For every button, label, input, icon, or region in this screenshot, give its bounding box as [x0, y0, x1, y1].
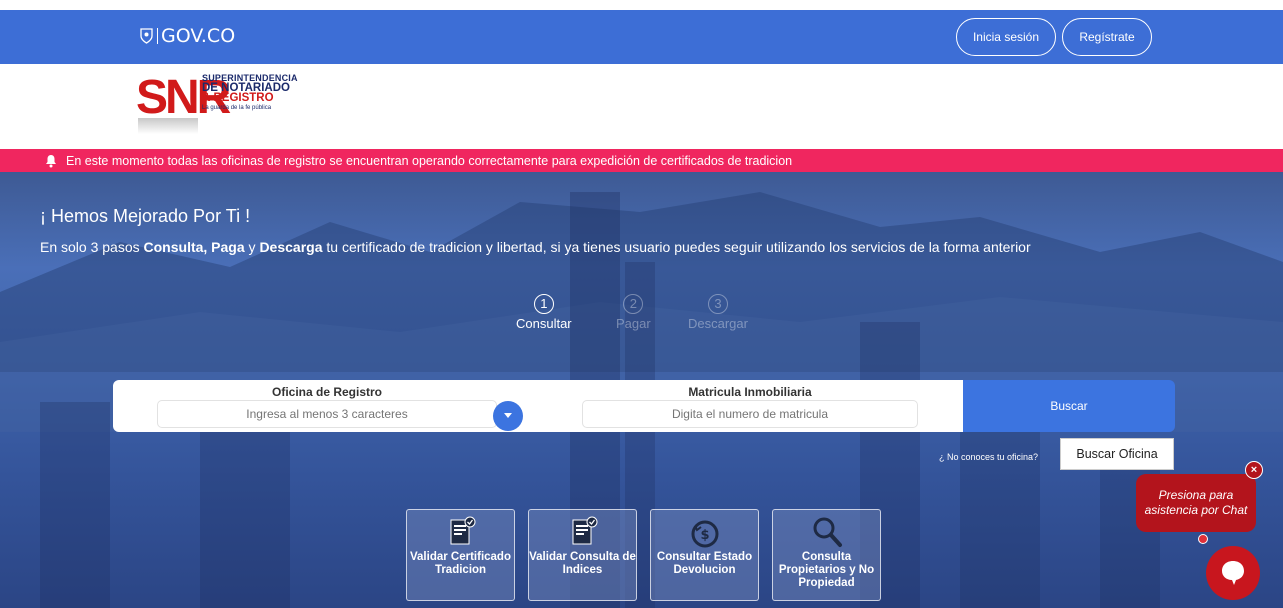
step-number: 3 [707, 294, 728, 314]
office-dropdown-button[interactable] [493, 401, 523, 431]
steps-indicator: 1 Consultar 2 Pagar 3 Descargar [510, 294, 770, 344]
chat-launcher-button[interactable] [1206, 546, 1260, 600]
tile-label: Consulta Propietarios y No Propiedad [778, 551, 875, 589]
lead-mid: y [244, 239, 260, 255]
office-label: Oficina de Registro [271, 385, 383, 399]
gov-co-logo[interactable]: GOV.CO [140, 25, 235, 47]
office-input[interactable] [157, 400, 497, 428]
document-check-icon [572, 516, 597, 545]
tile-consulta-propietarios[interactable]: Consulta Propietarios y No Propiedad [772, 509, 881, 601]
office-help-text: ¿ No conoces tu oficina? [939, 452, 1039, 462]
chat-icon [1222, 561, 1244, 585]
tile-consultar-devolucion[interactable]: $ Consultar Estado Devolucion [650, 509, 759, 601]
lead-prefix: En solo 3 pasos [40, 239, 144, 255]
tile-validar-consulta-indices[interactable]: Validar Consulta de Indices [528, 509, 637, 601]
step-label: Pagar [616, 316, 651, 331]
search-button[interactable]: Buscar [963, 380, 1175, 432]
logo-separator [157, 28, 158, 44]
step-consultar: 1 Consultar [516, 294, 572, 331]
find-office-button[interactable]: Buscar Oficina [1060, 438, 1174, 470]
step-label: Descargar [688, 316, 748, 331]
step-descargar: 3 Descargar [688, 294, 748, 331]
brand-tagline: La guarda de la fe pública [202, 105, 272, 111]
alert-message: En este momento todas las oficinas de re… [66, 153, 793, 168]
tile-label: Validar Consulta de Indices [529, 551, 636, 576]
snr-logo-text: SUPERINTENDENCIA DE NOTARIADO & REGISTRO… [202, 73, 298, 113]
step-number: 1 [533, 294, 554, 314]
money-refund-icon: $ [691, 520, 718, 548]
lead-bold-descarga: Descarga [259, 239, 323, 255]
snr-logo[interactable]: SNR SUPERINTENDENCIA DE NOTARIADO & REGI… [136, 72, 298, 134]
hero-title: ¡ Hemos Mejorado Por Ti ! [40, 206, 251, 226]
chat-prompt-bubble[interactable]: Presiona para asistencia por Chat [1136, 474, 1256, 532]
lead-bold-consulta-paga: Consulta, Paga [143, 239, 245, 255]
search-form: Oficina de Registro Matricula Inmobiliar… [113, 380, 963, 432]
gov-logo-text: GOV.CO [161, 25, 236, 47]
brand-line3: & REGISTRO [202, 92, 274, 104]
snr-logo-reflection [138, 118, 198, 134]
login-button[interactable]: Inicia sesión [956, 18, 1056, 56]
step-pagar: 2 Pagar [616, 294, 651, 331]
svg-text:$: $ [700, 528, 709, 543]
tile-label: Consultar Estado Devolucion [656, 551, 753, 576]
matricula-input[interactable] [582, 400, 918, 428]
hero-lead: En solo 3 pasos Consulta, Paga y Descarg… [40, 239, 1031, 255]
alert-banner: En este momento todas las oficinas de re… [0, 149, 1283, 172]
magnifier-icon [813, 517, 842, 547]
step-label: Consultar [516, 316, 572, 331]
matricula-label: Matricula Inmobiliaria [688, 385, 812, 399]
gov-topbar: GOV.CO Inicia sesión Regístrate [0, 10, 1283, 64]
chat-bubble-tail [1198, 534, 1208, 544]
chat-close-icon[interactable]: × [1245, 461, 1263, 479]
tile-validar-certificado[interactable]: Validar Certificado Tradicion [406, 509, 515, 601]
hero-section: ¡ Hemos Mejorado Por Ti ! En solo 3 paso… [0, 172, 1283, 608]
register-button[interactable]: Regístrate [1062, 18, 1152, 56]
colombia-shield-icon [140, 28, 153, 44]
bell-icon [46, 154, 56, 167]
lead-suffix: tu certificado de tradicion y libertad, … [322, 239, 1031, 255]
chevron-down-icon [504, 413, 512, 418]
tile-label: Validar Certificado Tradicion [410, 551, 511, 576]
step-number: 2 [623, 294, 644, 314]
document-check-icon [450, 516, 475, 545]
